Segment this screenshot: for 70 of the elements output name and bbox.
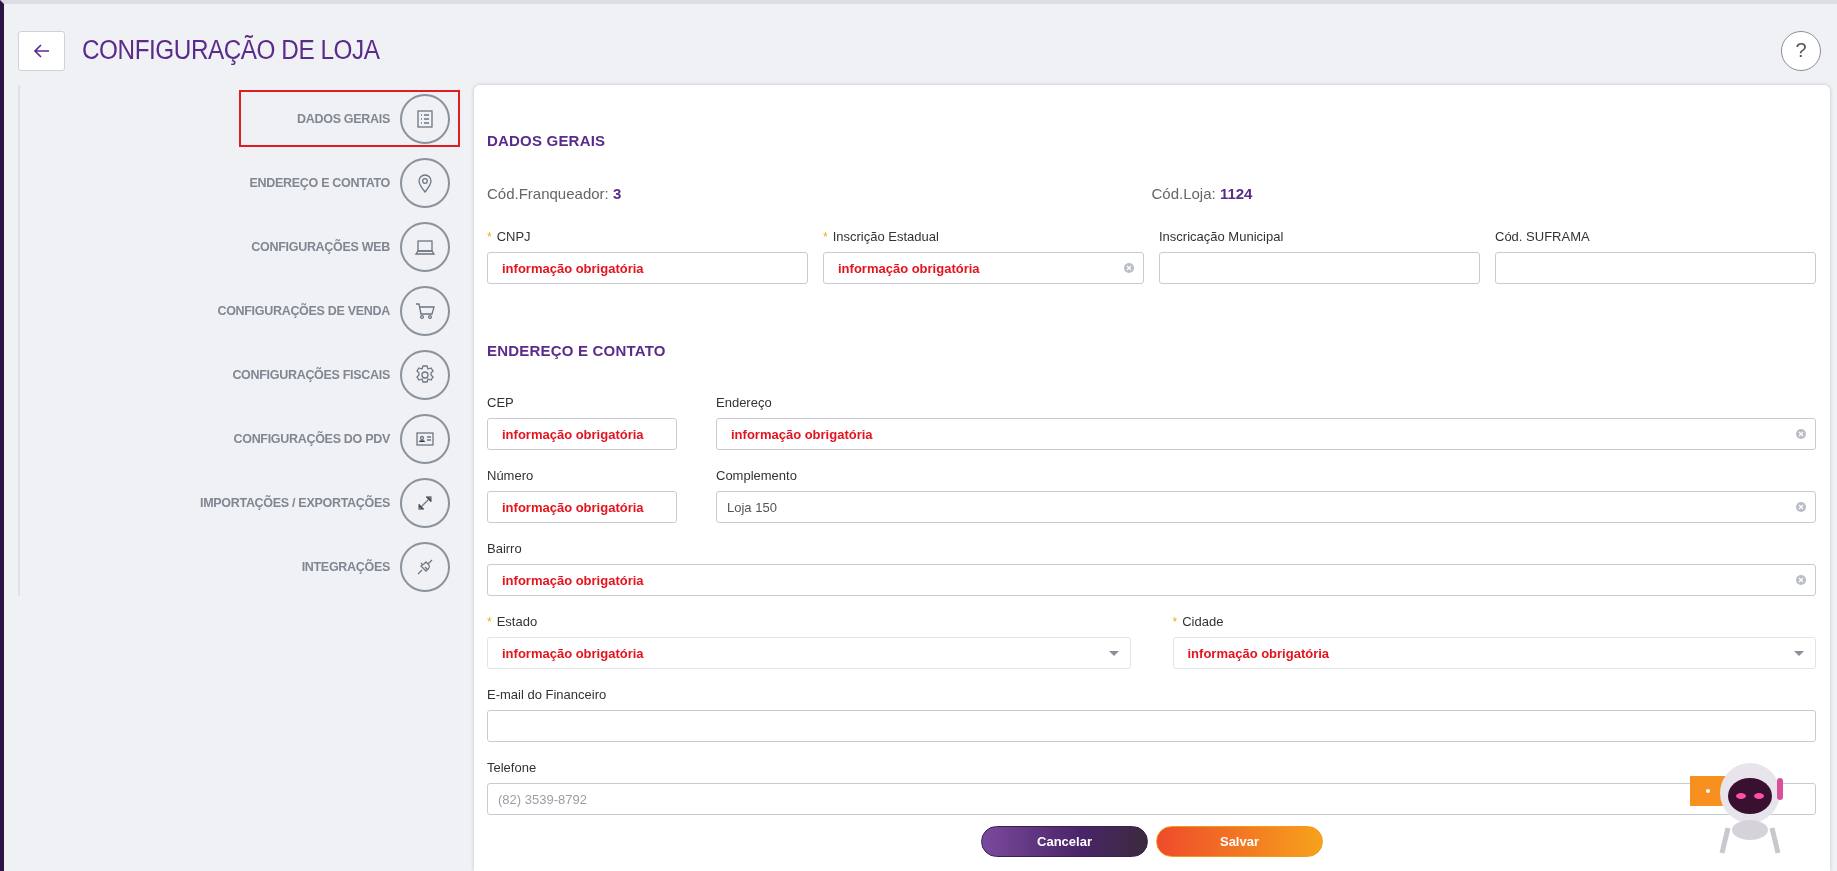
field-label: Telefone [487, 760, 537, 775]
sidebar-item[interactable]: CONFIGURAÇÕES DO PDV [231, 410, 460, 467]
field-label: Estado [496, 614, 538, 629]
field-label: Inscricação Municipal [1159, 229, 1284, 244]
input-field[interactable]: informação obrigatória [487, 418, 677, 450]
input-field[interactable]: (82) 3539-8792 [487, 783, 1816, 815]
field-label: E-mail do Financeiro [487, 687, 607, 702]
save-button[interactable]: Salvar [1156, 826, 1323, 857]
info-text: Cód.Franqueador: 3 [487, 185, 623, 202]
back-button[interactable] [18, 30, 65, 71]
input-field[interactable] [1495, 252, 1816, 284]
input-field[interactable]: informação obrigatória [487, 491, 677, 523]
validation-message: informação obrigatória [731, 426, 873, 442]
section-icon [400, 93, 450, 144]
field-label: Complemento [716, 468, 797, 483]
clear-icon[interactable] [1796, 429, 1806, 439]
field-label: CNPJ [496, 229, 531, 244]
validation-message: informação obrigatória [502, 645, 644, 661]
required-asterisk: * [487, 615, 492, 629]
field-label: CEP [487, 395, 514, 410]
input-field[interactable]: informação obrigatória [716, 418, 1816, 450]
back-arrow-icon [33, 43, 50, 58]
page-title: CONFIGURAÇÃO DE LOJA [82, 35, 381, 66]
field-label: Cidade [1182, 614, 1224, 629]
validation-message: informação obrigatória [502, 426, 644, 442]
section-icon [400, 349, 450, 400]
validation-message: informação obrigatória [1187, 645, 1330, 661]
required-asterisk: * [487, 230, 492, 244]
clear-icon[interactable] [1796, 502, 1806, 512]
section-icon [400, 477, 450, 528]
dropdown-field[interactable]: informação obrigatória [487, 637, 1131, 669]
input-field[interactable]: informação obrigatória [823, 252, 1144, 284]
field-label: Número [487, 468, 534, 483]
cancel-button[interactable]: Cancelar [981, 826, 1148, 857]
caret-icon [1794, 651, 1804, 656]
input-field[interactable]: Loja 150 [716, 491, 1816, 523]
sidebar-item[interactable]: IMPORTAÇÕES / EXPORTAÇÕES [198, 474, 460, 531]
validation-message: informação obrigatória [502, 499, 644, 515]
info-text: Cód.Loja: 1124 [1151, 185, 1254, 202]
section-title: DADOS GERAIS [487, 132, 607, 149]
sidebar-item[interactable]: INTEGRAÇÕES [239, 538, 460, 595]
input-field[interactable] [487, 710, 1816, 742]
sidebar-item[interactable]: CONFIGURAÇÕES FISCAIS [230, 346, 460, 403]
field-label: Inscrição Estadual [832, 229, 939, 244]
field-label: Bairro [487, 541, 522, 556]
sidebar-item[interactable]: ENDEREÇO E CONTATO [239, 154, 460, 211]
help-button[interactable]: ? [1781, 30, 1821, 71]
input-field[interactable]: informação obrigatória [487, 252, 808, 284]
sidebar-item[interactable]: CONFIGURAÇÕES DE VENDA [215, 282, 460, 339]
field-label: Endereço [716, 395, 772, 410]
section-icon [400, 157, 450, 208]
sidebar-item[interactable]: CONFIGURAÇÕES WEB [239, 218, 460, 275]
section-icon [400, 541, 450, 592]
clear-icon[interactable] [1796, 575, 1806, 585]
section-title: ENDEREÇO E CONTATO [487, 342, 667, 359]
clear-icon[interactable] [1124, 263, 1134, 273]
required-asterisk: * [823, 230, 828, 244]
section-icon [400, 285, 450, 336]
caret-icon [1108, 651, 1119, 656]
sidebar-item[interactable]: DADOS GERAIS [239, 90, 460, 147]
input-field[interactable]: informação obrigatória [487, 564, 1816, 596]
field-label: Cód. SUFRAMA [1495, 229, 1590, 244]
required-asterisk: * [1172, 615, 1178, 629]
validation-message: informação obrigatória [502, 260, 644, 276]
section-icon [400, 221, 450, 272]
section-icon [400, 413, 450, 464]
validation-message: informação obrigatória [838, 260, 980, 276]
dropdown-field[interactable]: informação obrigatória [1172, 637, 1816, 669]
validation-message: informação obrigatória [502, 572, 644, 588]
input-field[interactable] [1159, 252, 1480, 284]
